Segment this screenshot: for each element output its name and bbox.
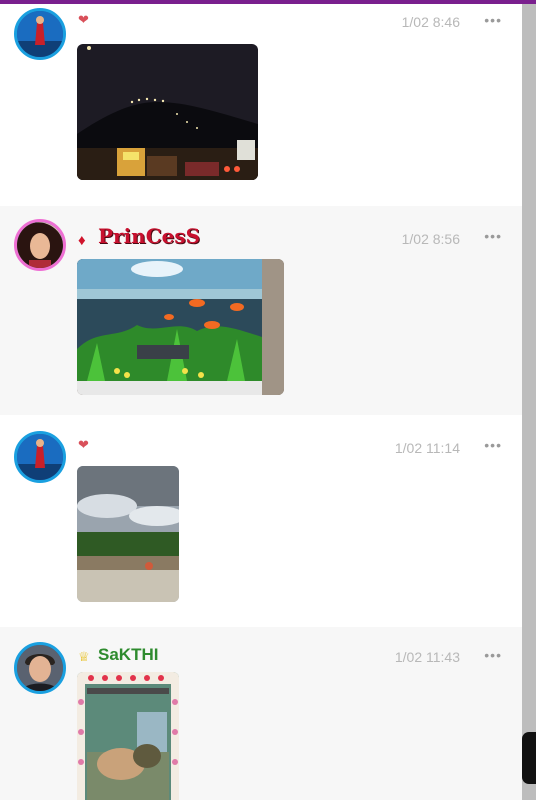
heart-icon: ❤	[78, 12, 89, 27]
gem-icon: ♦	[78, 232, 86, 249]
timestamp: 1/02 11:43	[394, 649, 460, 665]
username[interactable]: SaKTHI	[98, 644, 158, 666]
avatar[interactable]	[14, 8, 66, 60]
timestamp: 1/02 8:46	[401, 14, 460, 30]
cloudy-garden-photo[interactable]	[77, 466, 179, 602]
feed-post: ❤ 1/02 11:14 •••	[0, 415, 522, 627]
more-options-button[interactable]: •••	[484, 647, 502, 663]
feed-post: ♕ SaKTHI 1/02 11:43 •••	[0, 627, 522, 800]
scrollbar-track[interactable]	[522, 4, 536, 800]
crown-icon: ♕	[78, 649, 90, 664]
feed-post: ❤ 1/02 8:46 •••	[0, 4, 522, 206]
avatar[interactable]	[14, 642, 66, 694]
decorated-cat-photo[interactable]	[77, 672, 179, 800]
timestamp: 1/02 8:56	[401, 231, 460, 247]
avatar[interactable]	[14, 219, 66, 271]
chat-feed[interactable]: ❤ 1/02 8:46 ••• ♦ PrinCesS 1/02 8:56 •••…	[0, 4, 522, 800]
feed-post: ♦ PrinCesS 1/02 8:56 •••	[0, 206, 522, 415]
night-hill-street-photo[interactable]	[77, 44, 258, 180]
aquarium-photo[interactable]	[77, 259, 284, 395]
scrollbar-thumb[interactable]	[522, 732, 536, 784]
more-options-button[interactable]: •••	[484, 12, 502, 28]
heart-icon: ❤	[78, 437, 89, 452]
more-options-button[interactable]: •••	[484, 228, 502, 244]
avatar[interactable]	[14, 431, 66, 483]
username[interactable]: PrinCesS	[98, 225, 200, 247]
more-options-button[interactable]: •••	[484, 437, 502, 453]
timestamp: 1/02 11:14	[394, 440, 460, 456]
